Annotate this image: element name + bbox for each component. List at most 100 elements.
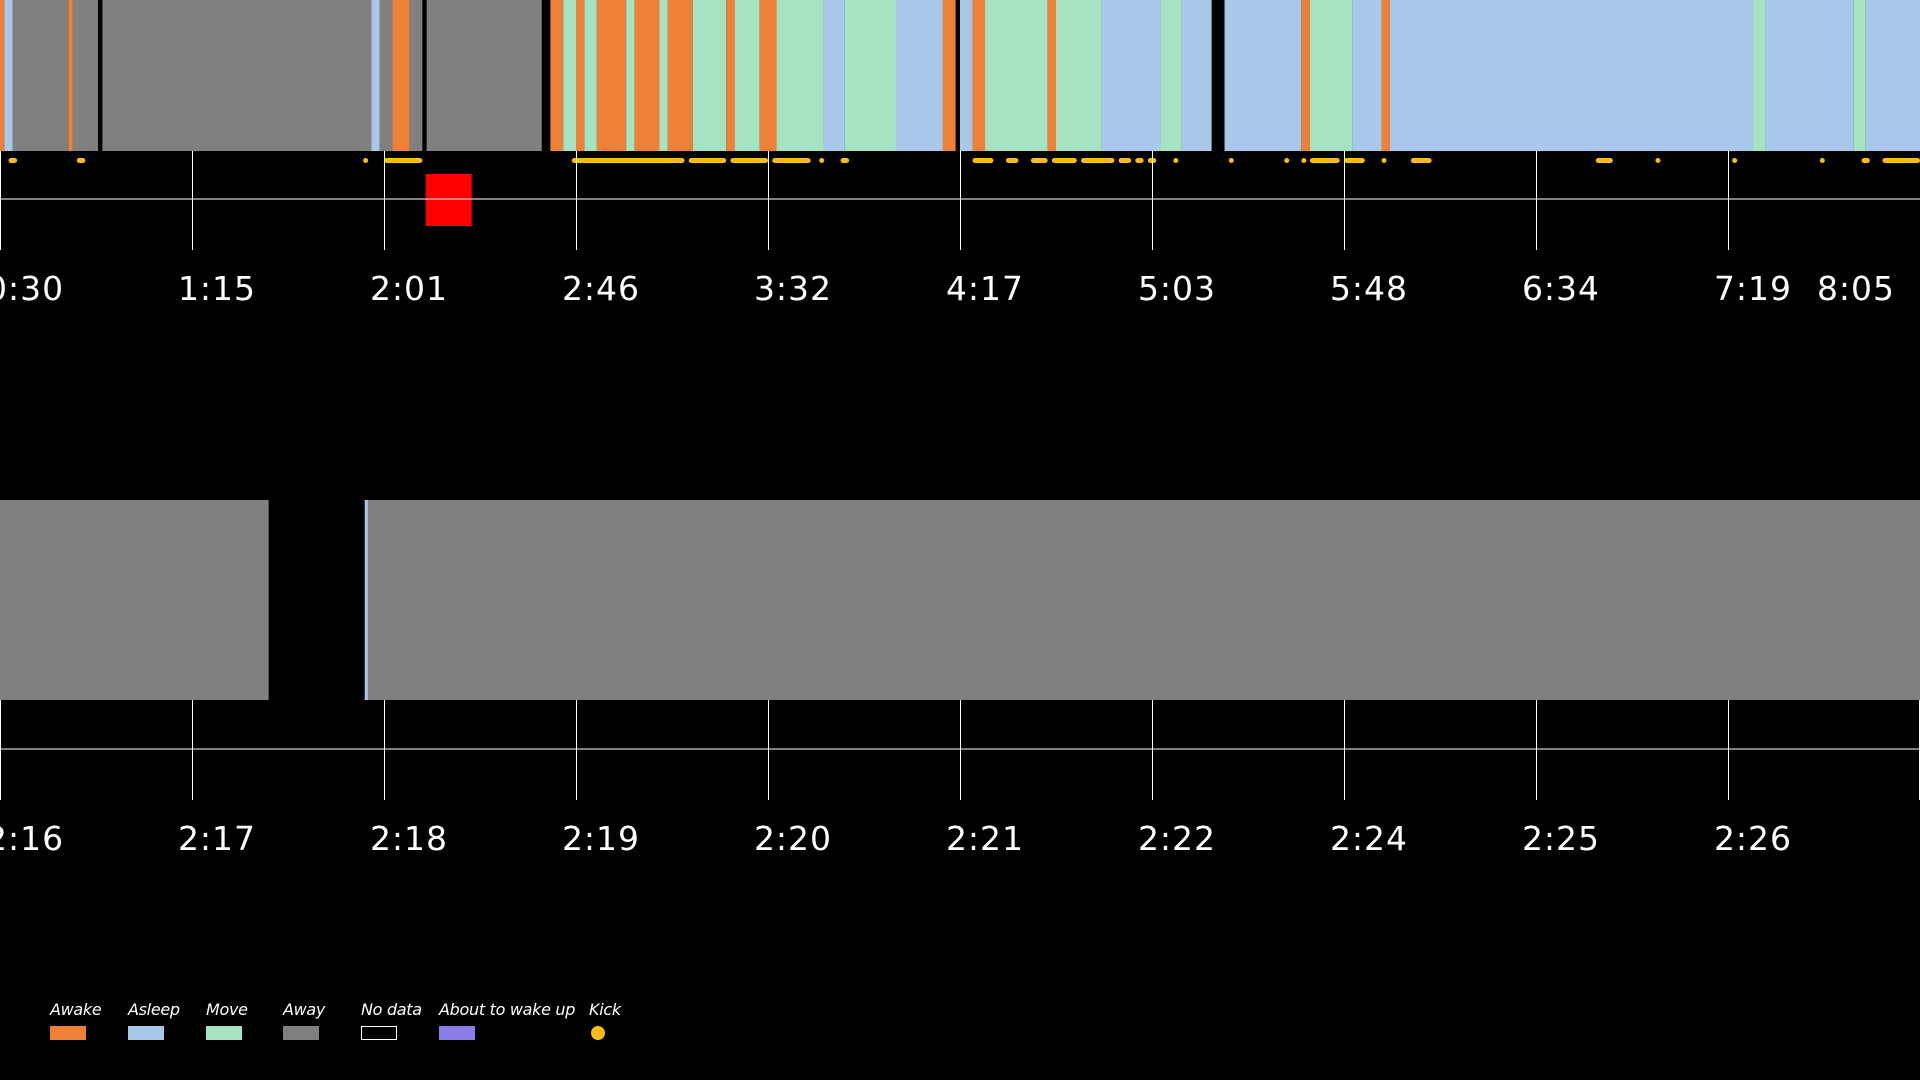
kick-mark (8, 158, 18, 163)
segment-away (379, 0, 393, 151)
legend-item-away: Away (283, 1000, 361, 1050)
x-tick-label: 2:25 (1522, 819, 1600, 858)
kick-mark (1118, 158, 1132, 163)
segment-no_data (955, 0, 960, 151)
x-tick-label: 1:15 (178, 269, 256, 308)
kick-mark (688, 158, 727, 163)
x-tick-label: 2:21 (946, 819, 1024, 858)
kick-mark (1655, 158, 1661, 163)
segment-away (0, 500, 269, 700)
segment-awake (942, 0, 956, 151)
x-tick-label: 2:01 (370, 269, 448, 308)
kick-mark (1344, 158, 1365, 163)
legend-item-move: Move (206, 1000, 283, 1050)
kick-mark (1732, 158, 1738, 163)
outlined-swatch (361, 1026, 397, 1040)
legend-label: Awake (50, 1000, 102, 1019)
segment-asleep (1352, 0, 1382, 151)
kick-mark (972, 158, 994, 163)
segment-awake (0, 0, 5, 151)
kick-mark (1005, 158, 1019, 163)
segment-move (734, 0, 760, 151)
segment-asleep (1389, 0, 1754, 151)
segment-asleep (1181, 0, 1212, 151)
kick-mark (1030, 158, 1048, 163)
gray-swatch (283, 1026, 319, 1040)
segment-move (584, 0, 597, 151)
x-tick-label: 2:17 (178, 819, 256, 858)
segment-awake (550, 0, 564, 151)
x-tick-label: 4:17 (946, 269, 1024, 308)
kick-mark (1882, 158, 1920, 163)
segment-move (626, 0, 635, 151)
segment-asleep (4, 0, 13, 151)
segment-awake (972, 0, 986, 151)
segment-no_data (541, 0, 551, 151)
x-tick-label: 7:19 (1714, 269, 1792, 308)
x-tick-label: 5:03 (1138, 269, 1216, 308)
x-tick-label: 3:32 (754, 269, 832, 308)
x-tick-label: 2:26 (1714, 819, 1792, 858)
segment-awake (1381, 0, 1390, 151)
light-blue-swatch (128, 1026, 164, 1040)
segment-awake (759, 0, 777, 151)
kick-mark (730, 158, 768, 163)
x-tick-label: 2:46 (562, 269, 640, 308)
kick-mark (571, 158, 685, 163)
x-tick-label: 2:20 (754, 819, 832, 858)
kick-mark (819, 158, 825, 163)
legend-label: Move (206, 1000, 248, 1019)
kick-mark (772, 158, 811, 163)
kick-mark (1819, 158, 1825, 163)
sleep-timeline-chart: 0:30 1:15 2:01 2:46 3:32 4:17 5:03 5:48 6:34 7:19… (0, 0, 1920, 858)
segment-no_data (422, 0, 427, 151)
segment-no_data (268, 500, 365, 700)
x-tick-label: 8:05 (1817, 269, 1895, 308)
position-marker[interactable] (425, 174, 472, 226)
mint-swatch (206, 1026, 242, 1040)
kick-mark (1301, 158, 1307, 163)
segment-asleep (823, 0, 845, 151)
segment-awake (596, 0, 627, 151)
segment-away (409, 0, 423, 151)
x-tick-label: 2:22 (1138, 819, 1216, 858)
kick-mark (1381, 158, 1387, 163)
segment-awake (1301, 0, 1310, 151)
orange-swatch (50, 1026, 86, 1040)
legend-label: Asleep (128, 1000, 180, 1019)
kick-mark (1284, 158, 1290, 163)
segment-move (1056, 0, 1102, 151)
legend-item-asleep: Asleep (128, 1000, 206, 1050)
segment-move (1309, 0, 1353, 151)
segment-asleep (960, 0, 973, 151)
segment-asleep (1765, 0, 1854, 151)
segment-move (1853, 0, 1866, 151)
kick-mark (1051, 158, 1077, 163)
segment-asleep (1101, 0, 1161, 151)
segment-awake (726, 0, 735, 151)
legend-label: About to wake up (439, 1000, 576, 1019)
x-tick-label: 5:48 (1330, 269, 1408, 308)
segment-no_data (1211, 0, 1225, 151)
segment-no_data (98, 0, 103, 151)
segment-move (563, 0, 576, 151)
kick-mark (840, 158, 850, 163)
segment-away (364, 500, 1920, 700)
kick-mark (1173, 158, 1179, 163)
segment-awake (576, 0, 585, 151)
kick-mark (76, 158, 86, 163)
legend: Awake Asleep Move Away No data About to wake … (50, 1000, 629, 1050)
kick-mark (384, 158, 423, 163)
legend-label: Away (283, 1000, 326, 1019)
legend-label: No data (361, 1000, 422, 1019)
x-tick-label: 2:19 (562, 819, 640, 858)
segment-move (776, 0, 824, 151)
segment-asleep (371, 0, 380, 151)
segment-move (1160, 0, 1182, 151)
legend-label: Kick (589, 1000, 621, 1019)
segment-asleep (896, 0, 943, 151)
segment-move (659, 0, 668, 151)
x-tick-label: 2:18 (370, 819, 448, 858)
x-tick-label: 2:24 (1330, 819, 1408, 858)
legend-item-awake: Awake (50, 1000, 128, 1050)
